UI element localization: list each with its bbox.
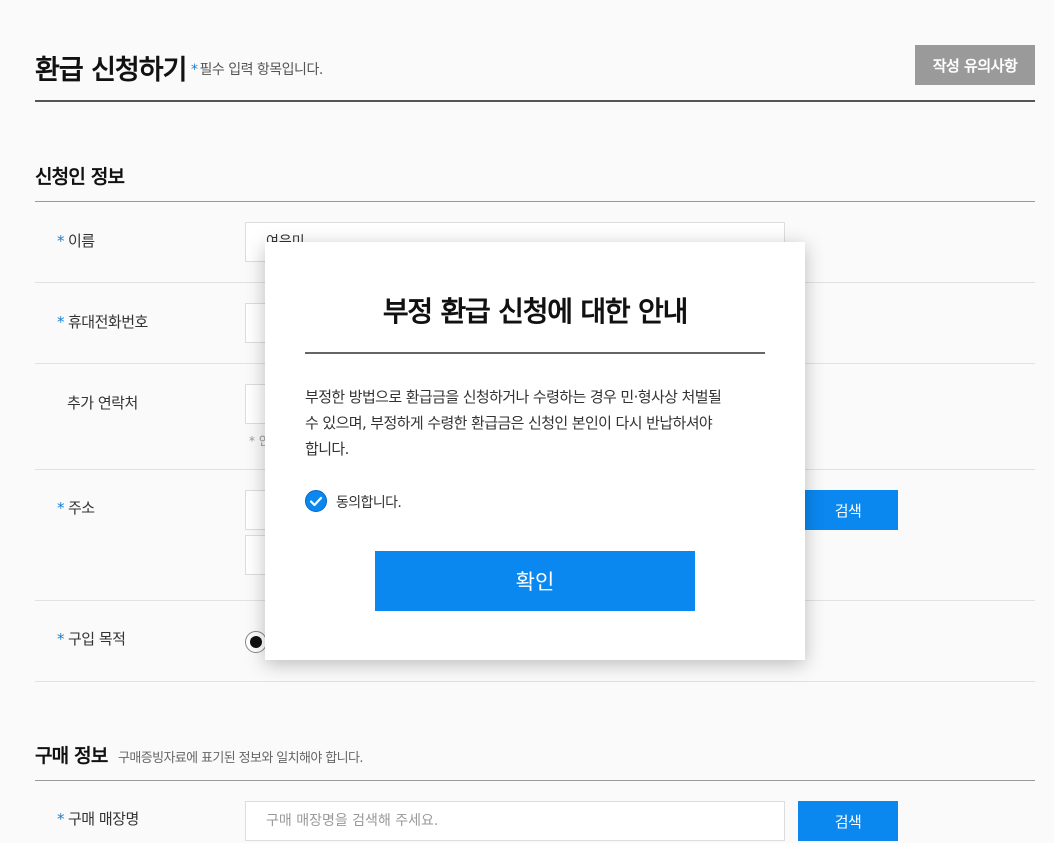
extra-contact-label: 추가 연락처 xyxy=(67,394,138,412)
modal-body-line: 합니다. xyxy=(305,440,349,458)
writing-notice-button[interactable]: 작성 유의사항 xyxy=(915,45,1035,85)
section-divider xyxy=(35,201,1035,202)
purpose-label: * 구입 목적 xyxy=(57,630,126,648)
applicant-section-heading: 신청인 정보 xyxy=(35,166,125,188)
modal-body-line: 부정한 방법으로 환급금을 신청하거나 수령하는 경우 민·형사상 처벌될 xyxy=(305,388,722,406)
store-search-button[interactable]: 검색 xyxy=(798,801,898,841)
purchase-section-note: 구매증빙자료에 표기된 정보와 일치해야 합니다. xyxy=(118,751,363,766)
row-divider xyxy=(35,681,1035,682)
store-name-input[interactable]: 구매 매장명을 검색해 주세요. xyxy=(245,801,785,841)
page-title: 환급 신청하기 xyxy=(35,55,187,86)
modal-title: 부정 환급 신청에 대한 안내 xyxy=(382,295,689,328)
phone-label: * 휴대전화번호 xyxy=(57,313,148,331)
name-label: * 이름 xyxy=(57,232,95,250)
purpose-radio[interactable] xyxy=(245,631,267,653)
check-circle-icon[interactable] xyxy=(305,490,327,512)
confirm-button[interactable]: 확인 xyxy=(375,551,695,611)
required-star: * xyxy=(191,62,198,78)
store-name-label: * 구매 매장명 xyxy=(57,810,139,828)
modal-body: 부정한 방법으로 환급금을 신청하거나 수령하는 경우 민·형사상 처벌될 수 … xyxy=(305,384,767,462)
page-header: 환급 신청하기 * 필수 입력 항목입니다. 작성 유의사항 xyxy=(35,44,1035,102)
modal-divider xyxy=(305,352,765,354)
section-divider xyxy=(35,780,1035,781)
purchase-section-heading: 구매 정보 xyxy=(35,745,108,767)
address-label: * 주소 xyxy=(57,499,95,517)
agree-label[interactable]: 동의합니다. xyxy=(336,492,402,512)
fraud-notice-modal: 부정 환급 신청에 대한 안내 부정한 방법으로 환급금을 신청하거나 수령하는… xyxy=(265,242,805,660)
required-note: * 필수 입력 항목입니다. xyxy=(191,62,323,78)
modal-body-line: 수 있으며, 부정하게 수령한 환급금은 신청인 본인이 다시 반납하셔야 xyxy=(305,414,713,432)
address-search-button[interactable]: 검색 xyxy=(798,490,898,530)
